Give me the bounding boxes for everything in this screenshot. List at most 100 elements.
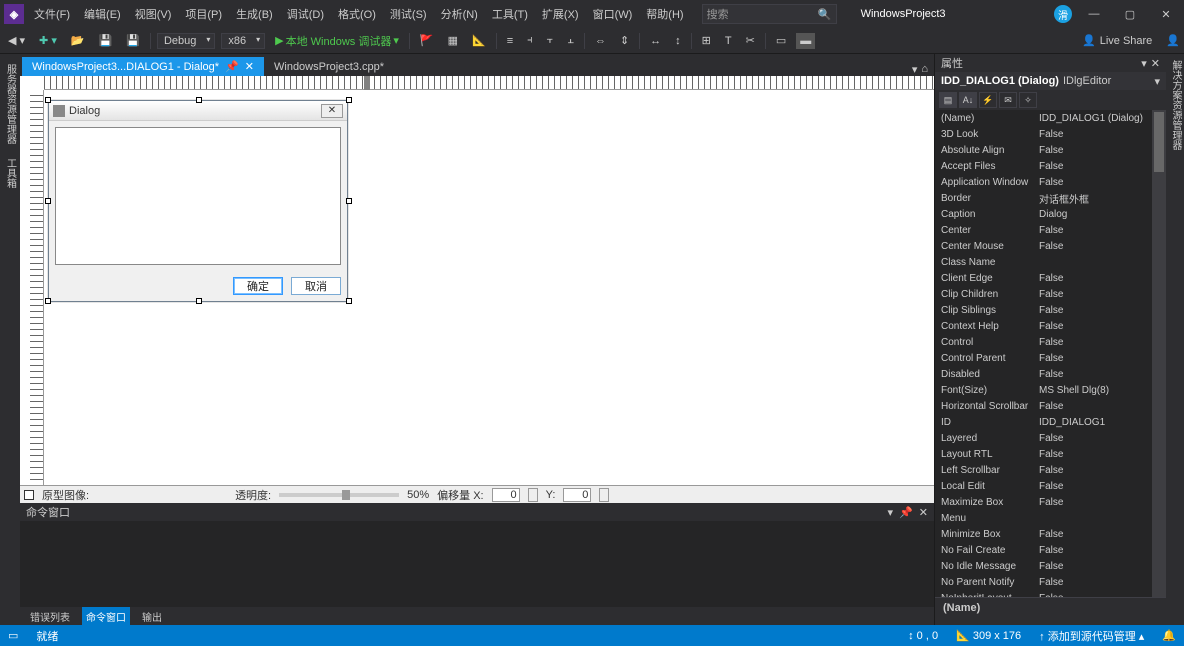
menu-item[interactable]: 视图(V) [129, 3, 178, 25]
size-icon-2[interactable]: ↕ [671, 33, 685, 49]
text-icon[interactable]: T [721, 33, 736, 49]
offset-y-input[interactable]: 0 [563, 488, 591, 502]
orig-image-checkbox[interactable] [24, 490, 34, 500]
property-row[interactable]: Context HelpFalse [935, 318, 1152, 334]
property-row[interactable]: Accept FilesFalse [935, 158, 1152, 174]
events-icon[interactable]: ⚡ [979, 92, 997, 108]
tab-cpp[interactable]: WindowsProject3.cpp* [264, 58, 394, 76]
property-row[interactable]: CenterFalse [935, 222, 1152, 238]
menu-item[interactable]: 分析(N) [435, 3, 484, 25]
resize-handle[interactable] [196, 298, 202, 304]
align-icon-3[interactable]: ⫠ [563, 32, 578, 49]
overrides-icon[interactable]: ✧ [1019, 92, 1037, 108]
menu-item[interactable]: 工具(T) [486, 3, 534, 25]
resize-handle[interactable] [346, 198, 352, 204]
align-icon[interactable]: ⫞ [523, 32, 537, 49]
config-dropdown[interactable]: Debug [157, 33, 215, 49]
categorized-icon[interactable]: ▤ [939, 92, 957, 108]
menu-item[interactable]: 编辑(E) [78, 3, 127, 25]
property-row[interactable]: Font(Size)MS Shell Dlg(8) [935, 382, 1152, 398]
user-badge[interactable]: 滑 [1054, 5, 1072, 23]
menu-item[interactable]: 扩展(X) [536, 3, 585, 25]
property-row[interactable]: Class Name [935, 254, 1152, 270]
property-row[interactable]: (Name)IDD_DIALOG1 (Dialog) [935, 110, 1152, 126]
resize-handle[interactable] [346, 298, 352, 304]
property-row[interactable]: IDIDD_DIALOG1 [935, 414, 1152, 430]
resize-handle[interactable] [346, 97, 352, 103]
dialog-client-area[interactable] [55, 127, 341, 265]
close-tab-icon[interactable]: ✕ [245, 60, 254, 73]
opacity-slider[interactable] [279, 493, 399, 497]
property-row[interactable]: Application WindowFalse [935, 174, 1152, 190]
property-row[interactable]: LayeredFalse [935, 430, 1152, 446]
liveshare-label[interactable]: Live Share [1100, 35, 1153, 47]
cancel-button[interactable]: 取消 [291, 277, 341, 295]
maximize-button[interactable]: ▢ [1116, 4, 1144, 24]
toggle-icon-2[interactable]: ▬ [796, 33, 815, 49]
panel-pin-icon[interactable]: 📌 [899, 506, 913, 519]
toolbox-tab[interactable]: 工具箱 [1, 152, 20, 194]
menu-item[interactable]: 测试(S) [384, 3, 433, 25]
output-body[interactable] [20, 521, 934, 607]
property-row[interactable]: No Idle MessageFalse [935, 558, 1152, 574]
ruler-icon[interactable]: 📐 [468, 32, 490, 49]
saveall-button[interactable]: 💾 [122, 32, 144, 49]
menu-item[interactable]: 项目(P) [179, 3, 228, 25]
notifications-icon[interactable]: 🔔 [1162, 629, 1176, 642]
output-tab[interactable]: 命令窗口 [82, 607, 130, 626]
property-row[interactable]: DisabledFalse [935, 366, 1152, 382]
solution-explorer-tab[interactable]: 解决方案资源管理器 [1166, 54, 1184, 156]
center-icon[interactable]: ⊞ [698, 32, 715, 49]
platform-dropdown[interactable]: x86 [221, 33, 265, 49]
property-row[interactable]: Maximize BoxFalse [935, 494, 1152, 510]
tab-home-icon[interactable]: ⌂ [921, 63, 928, 76]
property-row[interactable]: Menu [935, 510, 1152, 526]
object-selector[interactable]: IDD_DIALOG1 (Dialog) IDlgEditor ▾ [935, 72, 1166, 90]
grid-icon[interactable]: ▦ [444, 32, 462, 49]
property-row[interactable]: Control ParentFalse [935, 350, 1152, 366]
property-row[interactable]: Client EdgeFalse [935, 270, 1152, 286]
align-left-icon[interactable]: ≡ [503, 33, 517, 49]
toggle-icon[interactable]: ▭ [772, 32, 790, 49]
output-tab[interactable]: 错误列表 [26, 607, 74, 626]
menu-item[interactable]: 调试(D) [281, 3, 330, 25]
property-row[interactable]: No Parent NotifyFalse [935, 574, 1152, 590]
offset-x-input[interactable]: 0 [492, 488, 520, 502]
dialog-preview[interactable]: Dialog ✕ 确定 取消 [48, 100, 348, 302]
resize-handle[interactable] [45, 97, 51, 103]
property-row[interactable]: No Fail CreateFalse [935, 542, 1152, 558]
dialog-editor[interactable]: Dialog ✕ 确定 取消 [20, 76, 934, 485]
nav-back-button[interactable]: ◀ ▾ [4, 32, 29, 49]
menu-item[interactable]: 生成(B) [230, 3, 279, 25]
menu-item[interactable]: 文件(F) [28, 3, 76, 25]
search-box[interactable]: 搜索 🔍 [702, 4, 837, 24]
server-explorer-tab[interactable]: 服务器资源管理器 [1, 58, 20, 150]
source-control-button[interactable]: ↑ 添加到源代码管理 ▴ [1039, 628, 1144, 644]
align-icon-2[interactable]: ⫟ [543, 32, 558, 49]
resize-handle[interactable] [196, 97, 202, 103]
property-row[interactable]: Left ScrollbarFalse [935, 462, 1152, 478]
open-button[interactable]: 📂 [67, 32, 89, 49]
ok-button[interactable]: 确定 [233, 277, 283, 295]
dialog-close-icon[interactable]: ✕ [321, 104, 343, 118]
menu-item[interactable]: 窗口(W) [587, 3, 639, 25]
menu-item[interactable]: 格式(O) [332, 3, 382, 25]
property-row[interactable]: Absolute AlignFalse [935, 142, 1152, 158]
menu-item[interactable]: 帮助(H) [640, 3, 689, 25]
property-row[interactable]: Clip SiblingsFalse [935, 302, 1152, 318]
property-row[interactable]: Clip ChildrenFalse [935, 286, 1152, 302]
property-row[interactable]: CaptionDialog [935, 206, 1152, 222]
property-row[interactable]: Center MouseFalse [935, 238, 1152, 254]
panel-close-icon[interactable]: ✕ [919, 506, 928, 519]
property-row[interactable]: NoInheritLayoutFalse [935, 590, 1152, 597]
property-row[interactable]: Local EditFalse [935, 478, 1152, 494]
cut-icon[interactable]: ✂ [742, 32, 759, 49]
tab-dialog[interactable]: WindowsProject3...DIALOG1 - Dialog* 📌 ✕ [22, 57, 264, 76]
flag-icon[interactable]: 🚩 [416, 32, 438, 49]
panel-dropdown-icon[interactable]: ▾ [888, 506, 894, 519]
save-button[interactable]: 💾 [95, 32, 117, 49]
new-button[interactable]: ✚ ▾ [35, 32, 61, 49]
property-row[interactable]: Minimize BoxFalse [935, 526, 1152, 542]
dist-v-icon[interactable]: ⇕ [616, 32, 633, 49]
size-icon[interactable]: ↔ [646, 33, 665, 49]
